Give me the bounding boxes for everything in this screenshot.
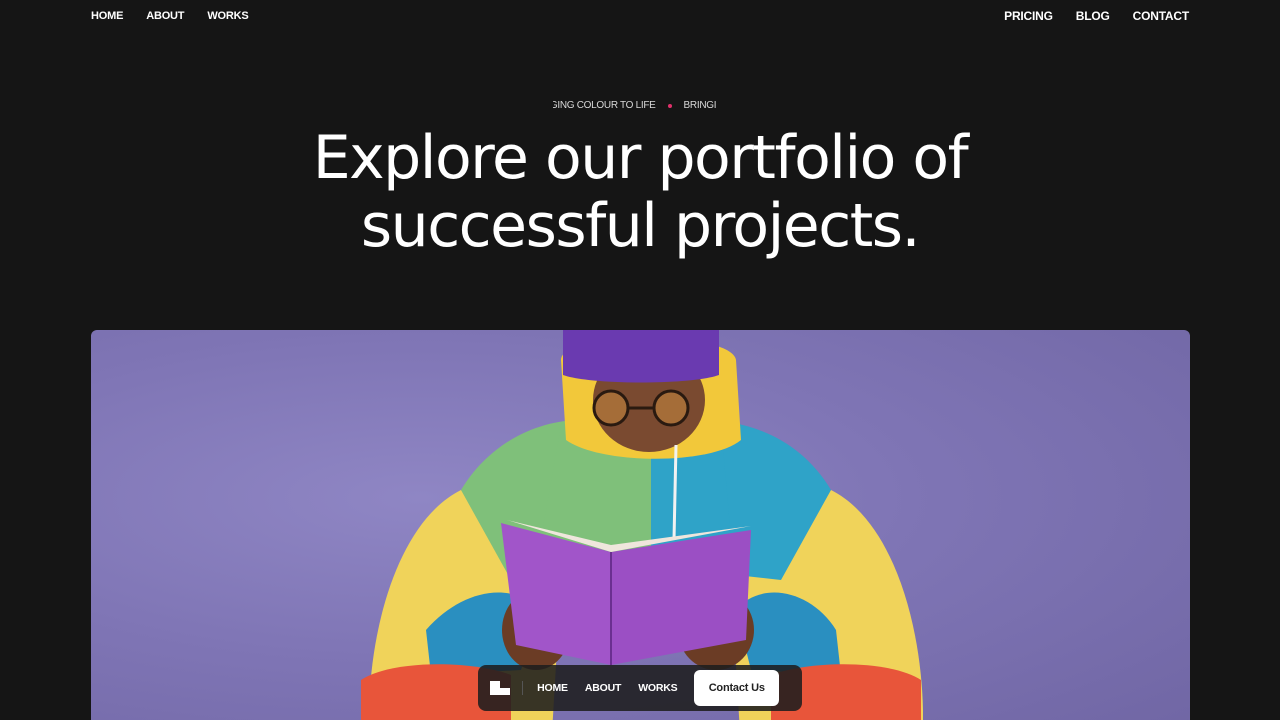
nav-works-link[interactable]: WORKS — [207, 10, 248, 22]
marquee-ticker: NGING COLOUR TO LIFE BRINGI — [553, 100, 727, 114]
nav-right-group: PRICING BLOG CONTACT — [1004, 9, 1189, 23]
hero-heading: Explore our portfolio of successful proj… — [0, 124, 1280, 260]
nav-blog-link[interactable]: BLOG — [1076, 9, 1110, 23]
ticker-dot-icon — [667, 103, 672, 108]
page: HOME ABOUT WORKS PRICING BLOG CONTACT NG… — [0, 0, 1280, 720]
float-nav-about-link[interactable]: ABOUT — [585, 682, 622, 694]
float-nav-works-link[interactable]: WORKS — [638, 682, 677, 694]
ticker-text: NGING COLOUR TO LIFE — [553, 100, 656, 111]
contact-us-button[interactable]: Contact Us — [694, 670, 779, 706]
hero-heading-line-1: Explore our portfolio of — [312, 123, 969, 193]
nav-home-link[interactable]: HOME — [91, 10, 123, 22]
floating-bottom-nav: HOME ABOUT WORKS Contact Us — [478, 665, 802, 711]
person-reading-book-icon — [361, 330, 923, 720]
top-navigation: HOME ABOUT WORKS PRICING BLOG CONTACT — [91, 0, 1189, 32]
brand-logo-icon[interactable] — [490, 681, 510, 695]
float-nav-home-link[interactable]: HOME — [537, 682, 568, 694]
nav-pricing-link[interactable]: PRICING — [1004, 9, 1053, 23]
ticker-text: BRINGI — [683, 100, 717, 111]
nav-left-group: HOME ABOUT WORKS — [91, 10, 249, 22]
nav-about-link[interactable]: ABOUT — [146, 10, 184, 22]
hero-image — [91, 330, 1190, 720]
nav-divider — [522, 681, 524, 695]
ticker-track: NGING COLOUR TO LIFE BRINGI — [553, 100, 717, 111]
hero-heading-line-2: successful projects. — [360, 191, 921, 261]
nav-contact-link[interactable]: CONTACT — [1133, 9, 1190, 23]
